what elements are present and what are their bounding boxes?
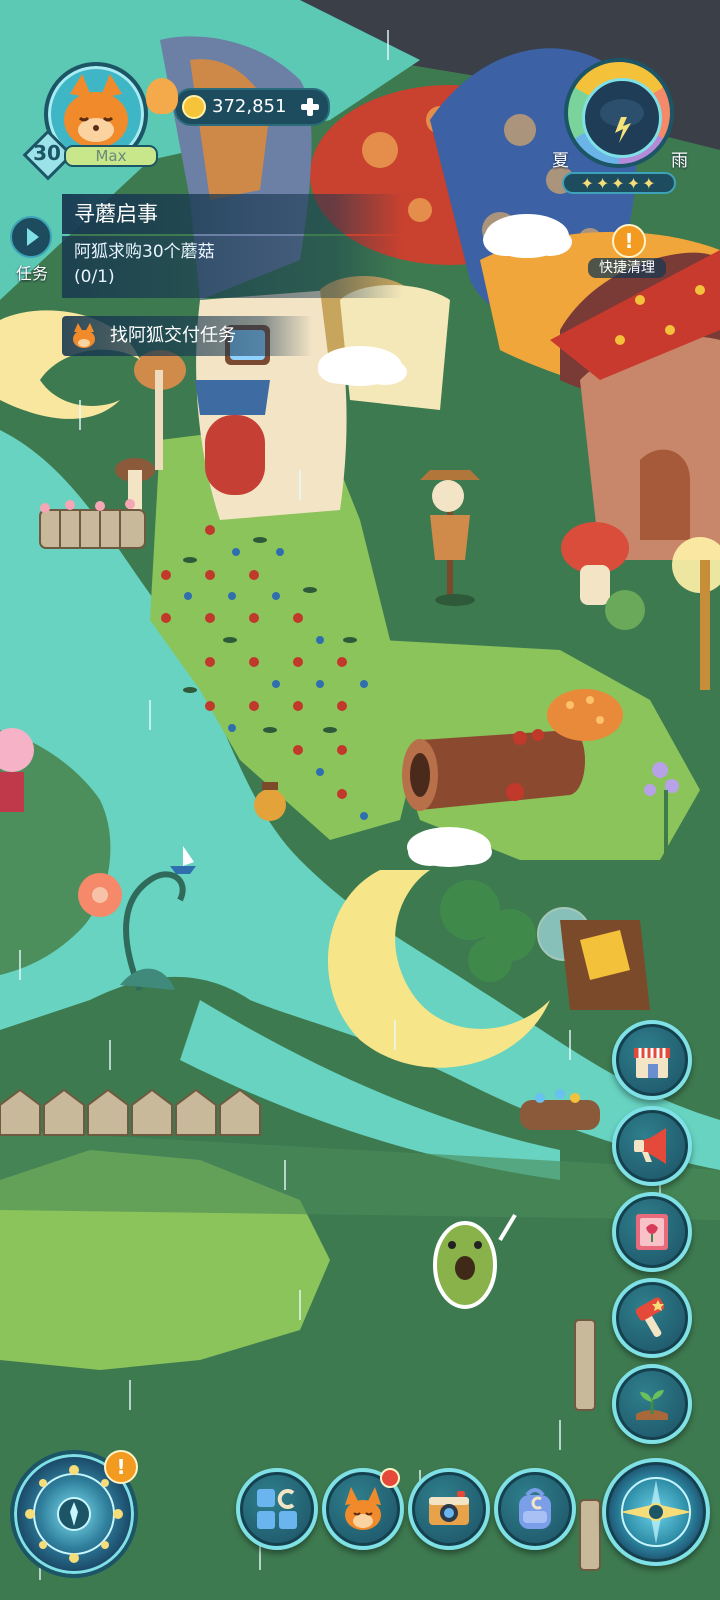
collection-button[interactable] xyxy=(236,1468,318,1550)
task-tab-button[interactable]: 任务 xyxy=(10,216,56,286)
play-arrow-icon xyxy=(27,228,39,246)
level-number: 30 xyxy=(33,141,61,165)
fox-button-notification-dot xyxy=(380,1468,400,1488)
star-icon: ✦ xyxy=(595,174,612,193)
quest-progress: (0/1) xyxy=(74,267,115,287)
book-button[interactable] xyxy=(612,1192,692,1272)
alert-icon: ! xyxy=(612,224,646,258)
quest-objective: 找阿狐交付任务 xyxy=(110,325,236,346)
weather-dial xyxy=(564,58,674,168)
camera-icon xyxy=(429,1491,469,1525)
level-max-label: Max xyxy=(95,147,127,165)
quick-clean-button[interactable]: ! 快捷清理 xyxy=(588,224,666,282)
weather-stars: ✦✦✦✦✦ xyxy=(562,172,676,194)
peach-decoration-icon xyxy=(146,78,178,114)
magic-circle-alert-icon: ! xyxy=(104,1450,138,1484)
quick-clean-label: 快捷清理 xyxy=(588,258,666,278)
backpack-button[interactable] xyxy=(494,1468,576,1550)
coin-amount: 372,851 xyxy=(212,96,287,117)
camera-button[interactable] xyxy=(408,1468,490,1550)
star-icon: ✦ xyxy=(642,174,658,193)
plant-button[interactable] xyxy=(612,1364,692,1444)
grid-c-icon xyxy=(257,1489,297,1529)
shop-icon xyxy=(634,1048,670,1078)
backpack-icon xyxy=(519,1488,551,1529)
compass-button[interactable] xyxy=(602,1458,710,1566)
quest-objective-row[interactable]: 找阿狐交付任务 xyxy=(62,316,312,356)
megaphone-icon xyxy=(634,1128,666,1164)
compass-icon xyxy=(620,1477,692,1547)
task-tab-label: 任务 xyxy=(15,264,48,283)
announce-button[interactable] xyxy=(612,1106,692,1186)
fox-quest-icon xyxy=(70,322,98,350)
hammer-button[interactable] xyxy=(612,1278,692,1358)
hammer-icon xyxy=(635,1297,665,1338)
star-icon: ✦ xyxy=(626,174,643,193)
shop-button[interactable] xyxy=(612,1020,692,1100)
coin-icon xyxy=(182,95,206,119)
task-tab-arrow xyxy=(10,216,52,258)
add-coins-button[interactable] xyxy=(298,95,322,119)
level-bar: 30 Max xyxy=(22,129,158,181)
quest-description-panel[interactable]: 阿狐求购30个蘑菇 (0/1) xyxy=(62,236,402,298)
weather-label: 雨 xyxy=(671,151,688,171)
star-icon: ✦ xyxy=(580,174,596,193)
storm-cloud-icon xyxy=(582,78,662,158)
star-icon: ✦ xyxy=(611,174,627,193)
fox-icon xyxy=(345,1487,381,1530)
sprout-icon xyxy=(636,1390,668,1420)
level-max-bar: Max xyxy=(64,145,158,167)
weather-widget[interactable]: 夏 雨 ✦✦✦✦✦ xyxy=(552,58,688,194)
coin-counter: 372,851 xyxy=(174,88,330,126)
plus-icon xyxy=(301,98,319,116)
tulip-book-icon xyxy=(636,1214,668,1250)
quest-title[interactable]: 寻蘑启事 xyxy=(62,194,402,234)
quest-description: 阿狐求购30个蘑菇 xyxy=(74,242,215,262)
season-label: 夏 xyxy=(552,151,569,171)
